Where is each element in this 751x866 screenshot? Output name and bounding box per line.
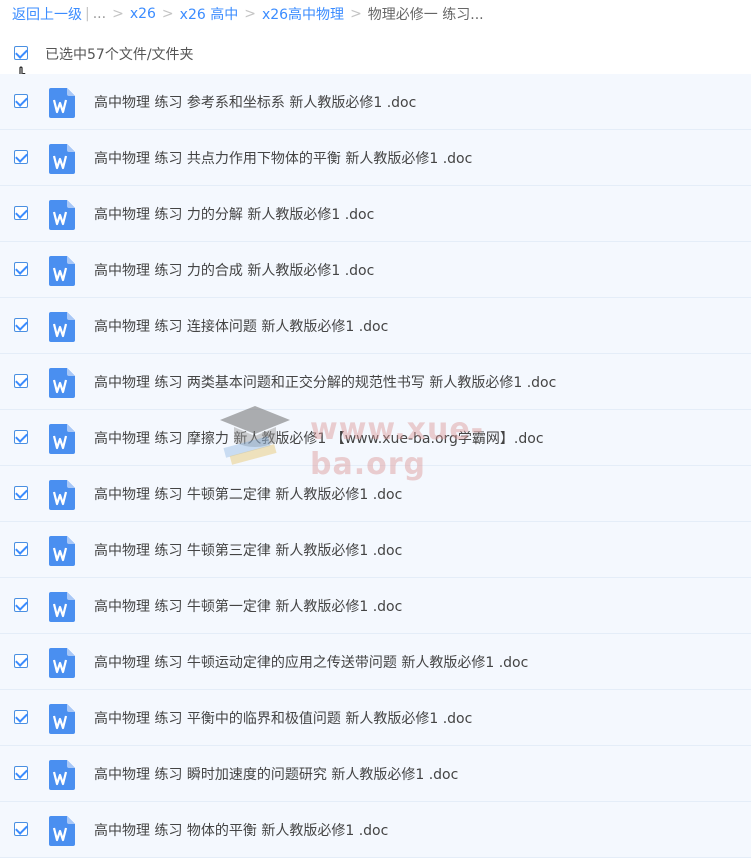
file-name[interactable]: 高中物理 练习 力的合成 新人教版必修1 .doc [94,260,374,280]
selection-bar: 已选中57个文件/文件夹 [0,38,751,68]
file-row[interactable]: 高中物理 练习 连接体问题 新人教版必修1 .doc [0,298,751,354]
file-row[interactable]: 高中物理 练习 牛顿第三定律 新人教版必修1 .doc [0,522,751,578]
breadcrumb-separator: > [161,6,174,22]
file-checkbox[interactable] [14,542,28,556]
word-doc-icon [49,256,75,286]
word-doc-icon [49,144,75,174]
word-doc-icon [49,648,75,678]
word-doc-icon [49,312,75,342]
file-checkbox[interactable] [14,822,28,836]
file-name[interactable]: 高中物理 练习 牛顿第二定律 新人教版必修1 .doc [94,484,402,504]
word-doc-icon [49,816,75,846]
breadcrumb-separator: > [244,6,256,22]
file-name[interactable]: 高中物理 练习 牛顿运动定律的应用之传送带问题 新人教版必修1 .doc [94,652,528,672]
file-row[interactable]: 高中物理 练习 两类基本问题和正交分解的规范性书写 新人教版必修1 .doc [0,354,751,410]
back-link[interactable]: 返回上一级 [12,4,82,24]
breadcrumb-item[interactable]: x26 高中 [180,4,239,24]
file-name[interactable]: 高中物理 练习 摩擦力 新人教版必修1 【www.xue-ba.org学霸网】.… [94,428,544,448]
breadcrumb-separator: > [350,6,362,22]
file-name[interactable]: 高中物理 练习 两类基本问题和正交分解的规范性书写 新人教版必修1 .doc [94,372,556,392]
file-name[interactable]: 高中物理 练习 参考系和坐标系 新人教版必修1 .doc [94,92,416,112]
file-checkbox[interactable] [14,710,28,724]
word-doc-icon [49,592,75,622]
file-checkbox[interactable] [14,654,28,668]
word-doc-icon [49,536,75,566]
file-checkbox[interactable] [14,94,28,108]
select-all-checkbox[interactable] [14,46,28,60]
file-row[interactable]: 高中物理 练习 力的合成 新人教版必修1 .doc [0,242,751,298]
word-doc-icon [49,760,75,790]
file-checkbox[interactable] [14,262,28,276]
file-row[interactable]: 高中物理 练习 平衡中的临界和极值问题 新人教版必修1 .doc [0,690,751,746]
file-row[interactable]: 高中物理 练习 牛顿第二定律 新人教版必修1 .doc [0,466,751,522]
word-doc-icon [49,704,75,734]
file-row[interactable]: 高中物理 练习 共点力作用下物体的平衡 新人教版必修1 .doc [0,130,751,186]
file-name[interactable]: 高中物理 练习 牛顿第一定律 新人教版必修1 .doc [94,596,402,616]
selection-count: 已选中57个文件/文件夹 [45,47,194,63]
file-row[interactable]: 高中物理 练习 参考系和坐标系 新人教版必修1 .doc [0,74,751,130]
file-checkbox[interactable] [14,430,28,444]
file-row[interactable]: 高中物理 练习 牛顿第一定律 新人教版必修1 .doc [0,578,751,634]
file-name[interactable]: 高中物理 练习 平衡中的临界和极值问题 新人教版必修1 .doc [94,708,472,728]
breadcrumb-ellipsis[interactable]: ... [93,6,106,22]
file-row[interactable]: 高中物理 练习 力的分解 新人教版必修1 .doc [0,186,751,242]
file-name[interactable]: 高中物理 练习 力的分解 新人教版必修1 .doc [94,204,374,224]
breadcrumb-item[interactable]: x26高中物理 [262,4,344,24]
breadcrumb-current: 物理必修一 练习... [367,7,484,23]
file-checkbox[interactable] [14,206,28,220]
file-row[interactable]: 高中物理 练习 物体的平衡 新人教版必修1 .doc [0,802,751,858]
breadcrumb-divider: | [85,6,90,22]
word-doc-icon [49,200,75,230]
word-doc-icon [49,480,75,510]
word-doc-icon [49,368,75,398]
file-checkbox[interactable] [14,374,28,388]
file-name[interactable]: 高中物理 练习 牛顿第三定律 新人教版必修1 .doc [94,540,402,560]
file-checkbox[interactable] [14,318,28,332]
file-checkbox[interactable] [14,150,28,164]
file-name[interactable]: 高中物理 练习 瞬时加速度的问题研究 新人教版必修1 .doc [94,764,458,784]
word-doc-icon [49,88,75,118]
file-row[interactable]: 高中物理 练习 牛顿运动定律的应用之传送带问题 新人教版必修1 .doc [0,634,751,690]
word-doc-icon [49,424,75,454]
breadcrumb-separator: > [112,6,124,22]
file-name[interactable]: 高中物理 练习 共点力作用下物体的平衡 新人教版必修1 .doc [94,148,472,168]
breadcrumb-item[interactable]: x26 [130,6,156,22]
breadcrumb: 返回上一级 | ... > x26 > x26 高中 > x26高中物理 > 物… [0,0,751,28]
file-name[interactable]: 高中物理 练习 物体的平衡 新人教版必修1 .doc [94,820,388,840]
file-name[interactable]: 高中物理 练习 连接体问题 新人教版必修1 .doc [94,316,388,336]
file-checkbox[interactable] [14,598,28,612]
file-checkbox[interactable] [14,766,28,780]
file-checkbox[interactable] [14,486,28,500]
file-row[interactable]: 高中物理 练习 瞬时加速度的问题研究 新人教版必修1 .doc [0,746,751,802]
file-list: 高中物理 练习 参考系和坐标系 新人教版必修1 .doc 高中物理 练习 共点力作… [0,74,751,858]
file-row[interactable]: 高中物理 练习 摩擦力 新人教版必修1 【www.xue-ba.org学霸网】.… [0,410,751,466]
